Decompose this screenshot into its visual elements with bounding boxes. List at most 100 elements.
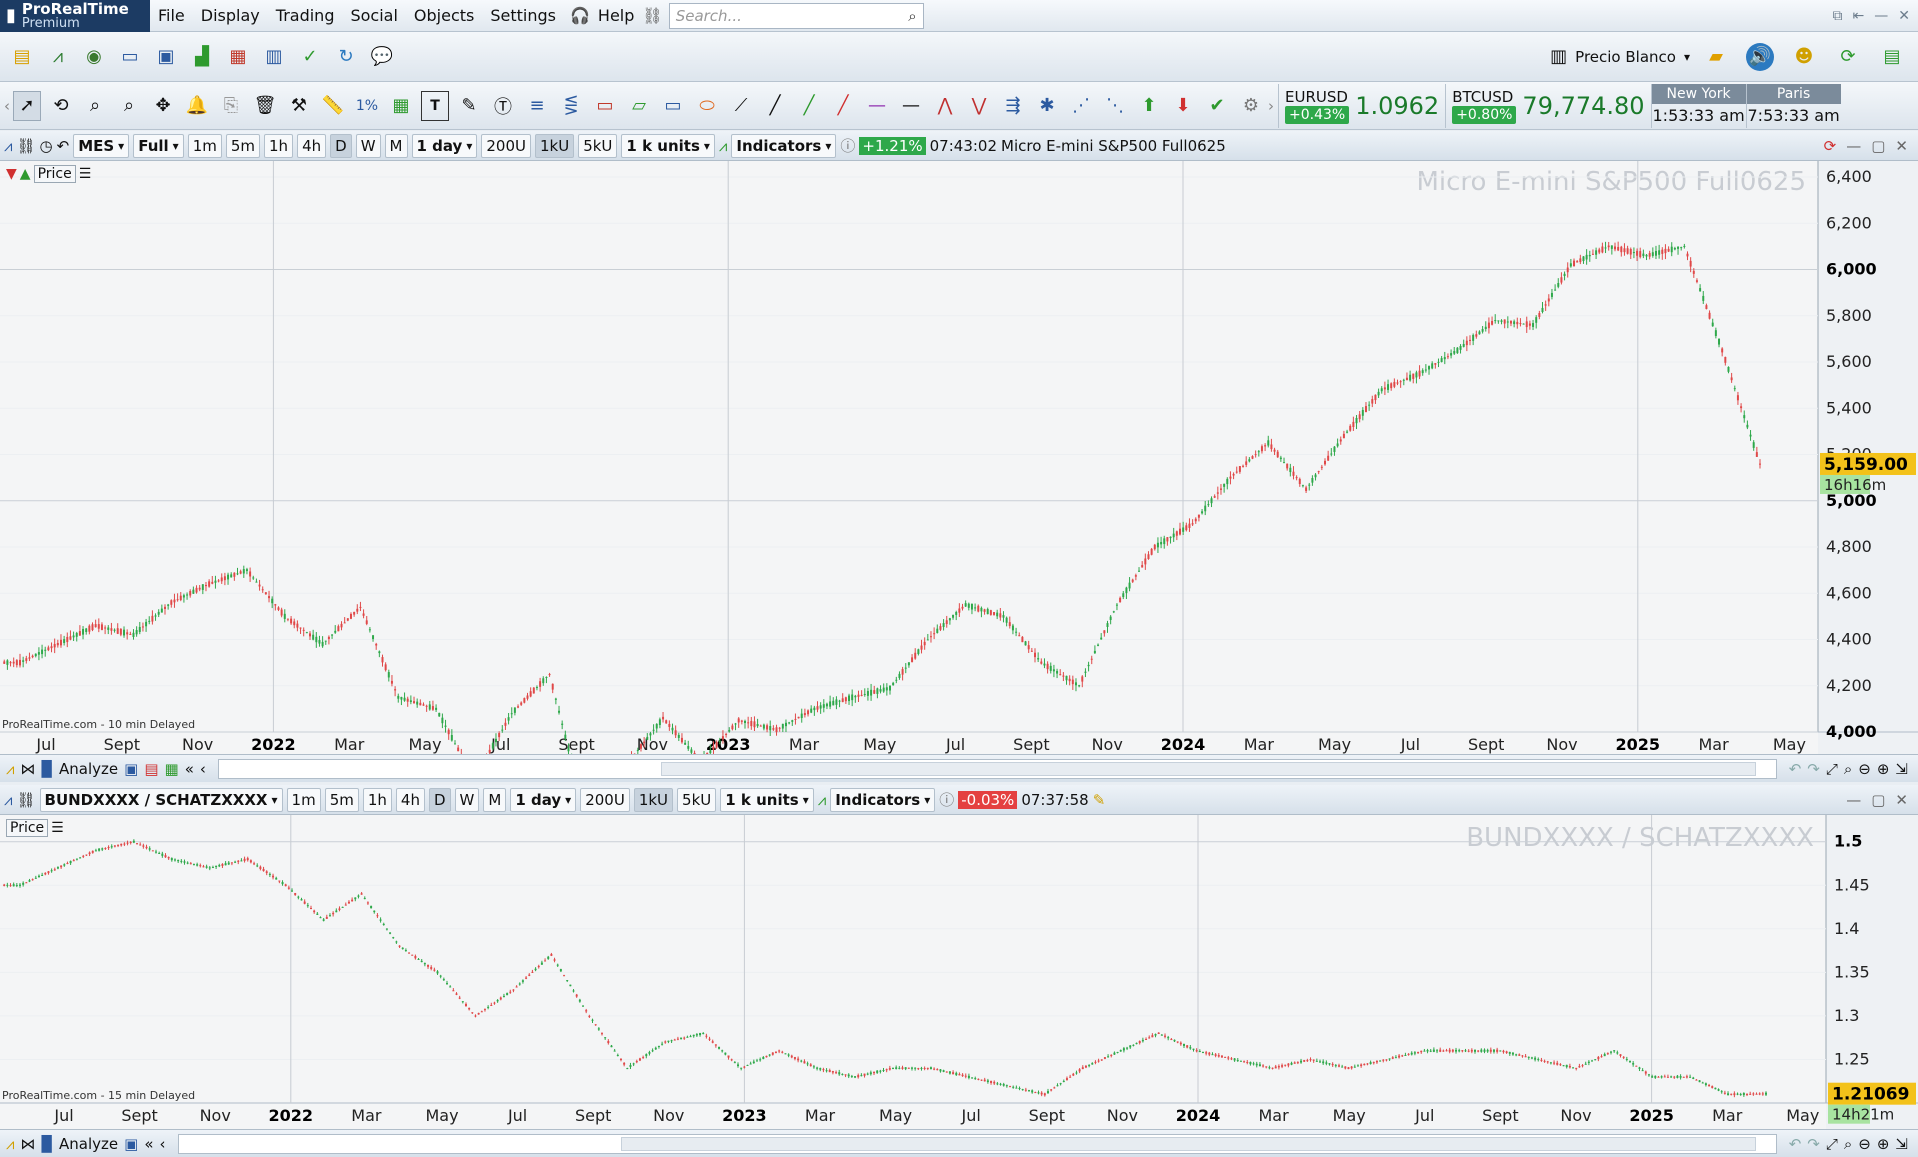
sync-icon[interactable]: ↻ <box>332 43 360 71</box>
timeframe-w[interactable]: W <box>355 133 381 158</box>
restore-layout-icon[interactable]: ⧉ <box>1833 8 1843 24</box>
chat-icon[interactable]: ▣ <box>152 43 180 71</box>
chart2-area[interactable]: BUNDXXXX / SCHATZXXXX 1.25 1.3 1.35 1.4 1.45 1… <box>0 815 1918 1129</box>
chevron-down-icon[interactable]: ▾ <box>1684 50 1690 64</box>
rotate-tool-icon[interactable]: ⟲ <box>47 91 75 121</box>
menu-social[interactable]: Social <box>342 6 405 25</box>
menu-display[interactable]: Display <box>193 6 268 25</box>
zoom-reset-icon[interactable]: ⌕ <box>1844 760 1852 778</box>
price-label[interactable]: Price <box>6 819 49 837</box>
star-tool-icon[interactable]: ✱ <box>1033 91 1061 121</box>
gann-tool-icon[interactable]: ⋰ <box>1067 91 1095 121</box>
bell-icon[interactable]: 🔔 <box>183 91 211 121</box>
sound-icon[interactable]: 🔊 <box>1746 42 1774 71</box>
maximize-icon[interactable]: ▢ <box>1871 137 1885 155</box>
timeframe-1h[interactable]: 1h <box>362 787 392 812</box>
headset-icon[interactable]: 🎧 <box>564 6 590 25</box>
pointer-tool-icon[interactable]: ➚ <box>13 90 41 121</box>
menu-trading[interactable]: Trading <box>268 6 343 25</box>
scroll-left-icon[interactable]: ‹ <box>4 97 10 115</box>
timeframe-1m[interactable]: 1m <box>187 133 222 158</box>
units-5ku[interactable]: 5kU <box>677 787 717 812</box>
scale-icon[interactable]: ⇲ <box>1895 760 1918 778</box>
zoom-in-icon[interactable]: ⊕ <box>1877 760 1890 778</box>
order-buy-icon[interactable]: ▲ <box>20 166 31 182</box>
chart-layout-icon[interactable]: ▭ <box>116 43 144 71</box>
scroll-left-icon[interactable]: ‹ <box>160 1135 166 1153</box>
menu-help[interactable]: Help <box>590 6 642 25</box>
arrow-down-icon[interactable]: ⬇ <box>1169 91 1197 121</box>
units-selector[interactable]: 1 k units <box>720 787 814 812</box>
calculator-icon[interactable]: ▤ <box>1878 43 1906 71</box>
menu-objects[interactable]: Objects <box>406 6 482 25</box>
close-icon[interactable]: ✕ <box>1895 791 1908 809</box>
maximize-icon[interactable]: ▢ <box>1871 791 1885 809</box>
units-200u[interactable]: 200U <box>481 133 531 158</box>
segment-tool-icon[interactable]: ⟋ <box>727 91 755 121</box>
fibonacci-fan-icon[interactable]: ⋚ <box>557 91 585 121</box>
hline-purple-icon[interactable]: — <box>863 91 891 121</box>
ellipse-tool-icon[interactable]: ⬭ <box>693 91 721 121</box>
zoom-out-icon[interactable]: ⊖ <box>1858 760 1871 778</box>
ai-pattern-icon[interactable]: ⋀ <box>931 91 959 121</box>
arrows-tool-icon[interactable]: ⇶ <box>999 91 1027 121</box>
indicators-button[interactable]: Indicators <box>731 133 837 158</box>
chart1-area[interactable]: Micro E-mini S&P500 Full0625 4,000 4,200 4,… <box>0 161 1918 754</box>
redo-icon[interactable]: ↷ <box>1807 1135 1820 1153</box>
pencil-icon[interactable]: ✎ <box>455 91 483 121</box>
period-selector[interactable]: 1 day <box>510 787 577 812</box>
history-icon[interactable]: ↶ <box>57 137 70 155</box>
portfolio-icon[interactable]: ▦ <box>224 43 252 71</box>
chart-settings-icon[interactable]: ⩘ <box>4 791 12 809</box>
callout-tool-icon[interactable]: Ⓣ <box>489 91 517 121</box>
text-tool-icon[interactable]: T <box>421 90 449 121</box>
percent-tool-icon[interactable]: 1% <box>353 91 381 121</box>
quote-btcusd[interactable]: BTCUSD +0.80% 79,774.80 <box>1445 83 1650 128</box>
scale-icon[interactable]: ⇲ <box>1895 1135 1918 1153</box>
chart2-svg[interactable]: BUNDXXXX / SCHATZXXXX 1.25 1.3 1.35 1.4 1.45 1… <box>0 815 1918 1129</box>
timeframe-1m[interactable]: 1m <box>286 787 321 812</box>
screener-icon[interactable]: ◉ <box>80 43 108 71</box>
collapse-icon[interactable]: « <box>144 1135 153 1153</box>
indicators-icon[interactable]: ⩘ <box>719 137 727 155</box>
order-sell-icon[interactable]: ▼ <box>6 166 17 182</box>
minimize-icon[interactable]: — <box>1874 8 1888 24</box>
symbol-selector[interactable]: MES <box>73 133 130 158</box>
checkmark-icon[interactable]: ✔ <box>1203 91 1231 121</box>
draw-icon[interactable]: ⩘ <box>6 760 14 778</box>
rectangle-tool-icon[interactable]: ▭ <box>591 91 619 121</box>
session-selector[interactable]: Full <box>133 133 184 158</box>
indicators-button[interactable]: Indicators <box>830 787 936 812</box>
trash-icon[interactable]: 🗑 <box>251 91 279 121</box>
horizontal-scrollbar[interactable] <box>177 1133 1777 1154</box>
pitchfork-icon[interactable]: ⋱ <box>1101 91 1129 121</box>
new-chart-icon[interactable]: ⩘ <box>44 43 72 71</box>
minimize-icon[interactable]: — <box>1846 137 1861 155</box>
timeframe-d[interactable]: D <box>428 787 451 812</box>
hline-black-icon[interactable]: — <box>897 91 925 121</box>
arrow-up-icon[interactable]: ⬆ <box>1135 91 1163 121</box>
link-chart-icon[interactable]: ⛓ <box>16 137 35 155</box>
analyze-button[interactable]: Analyze <box>59 760 118 778</box>
price-label[interactable]: Price <box>33 165 76 183</box>
zoom-box-tool-icon[interactable]: ⌕ <box>115 91 143 121</box>
grid-tool-icon[interactable]: ▦ <box>387 91 415 121</box>
link-chart-icon[interactable]: ⛓ <box>16 791 35 809</box>
search-icon[interactable]: ⌕ <box>908 7 916 25</box>
analyze-button[interactable]: Analyze <box>59 1135 118 1153</box>
share-icon[interactable]: ⋈ <box>20 1135 35 1153</box>
info-icon[interactable]: ⓘ <box>840 135 855 156</box>
timeframe-d[interactable]: D <box>330 133 352 158</box>
units-1ku[interactable]: 1kU <box>633 787 674 812</box>
quote-eurusd[interactable]: EURUSD +0.43% 1.0962 <box>1278 83 1445 128</box>
analyze-icon[interactable]: ▉ <box>41 1135 53 1153</box>
menu-file[interactable]: File <box>150 6 193 25</box>
minimize-icon[interactable]: — <box>1846 791 1861 809</box>
analyze-icon[interactable]: ▉ <box>41 760 53 778</box>
zoom-tool-icon[interactable]: ⌕ <box>81 91 109 121</box>
units-1ku[interactable]: 1kU <box>534 133 575 158</box>
menu-settings[interactable]: Settings <box>482 6 564 25</box>
chart1-svg[interactable]: Micro E-mini S&P500 Full0625 4,000 4,200 4,… <box>0 161 1918 754</box>
indicators-icon[interactable]: ⩘ <box>818 791 826 809</box>
autoscale-icon[interactable]: ⤢ <box>1826 760 1838 778</box>
